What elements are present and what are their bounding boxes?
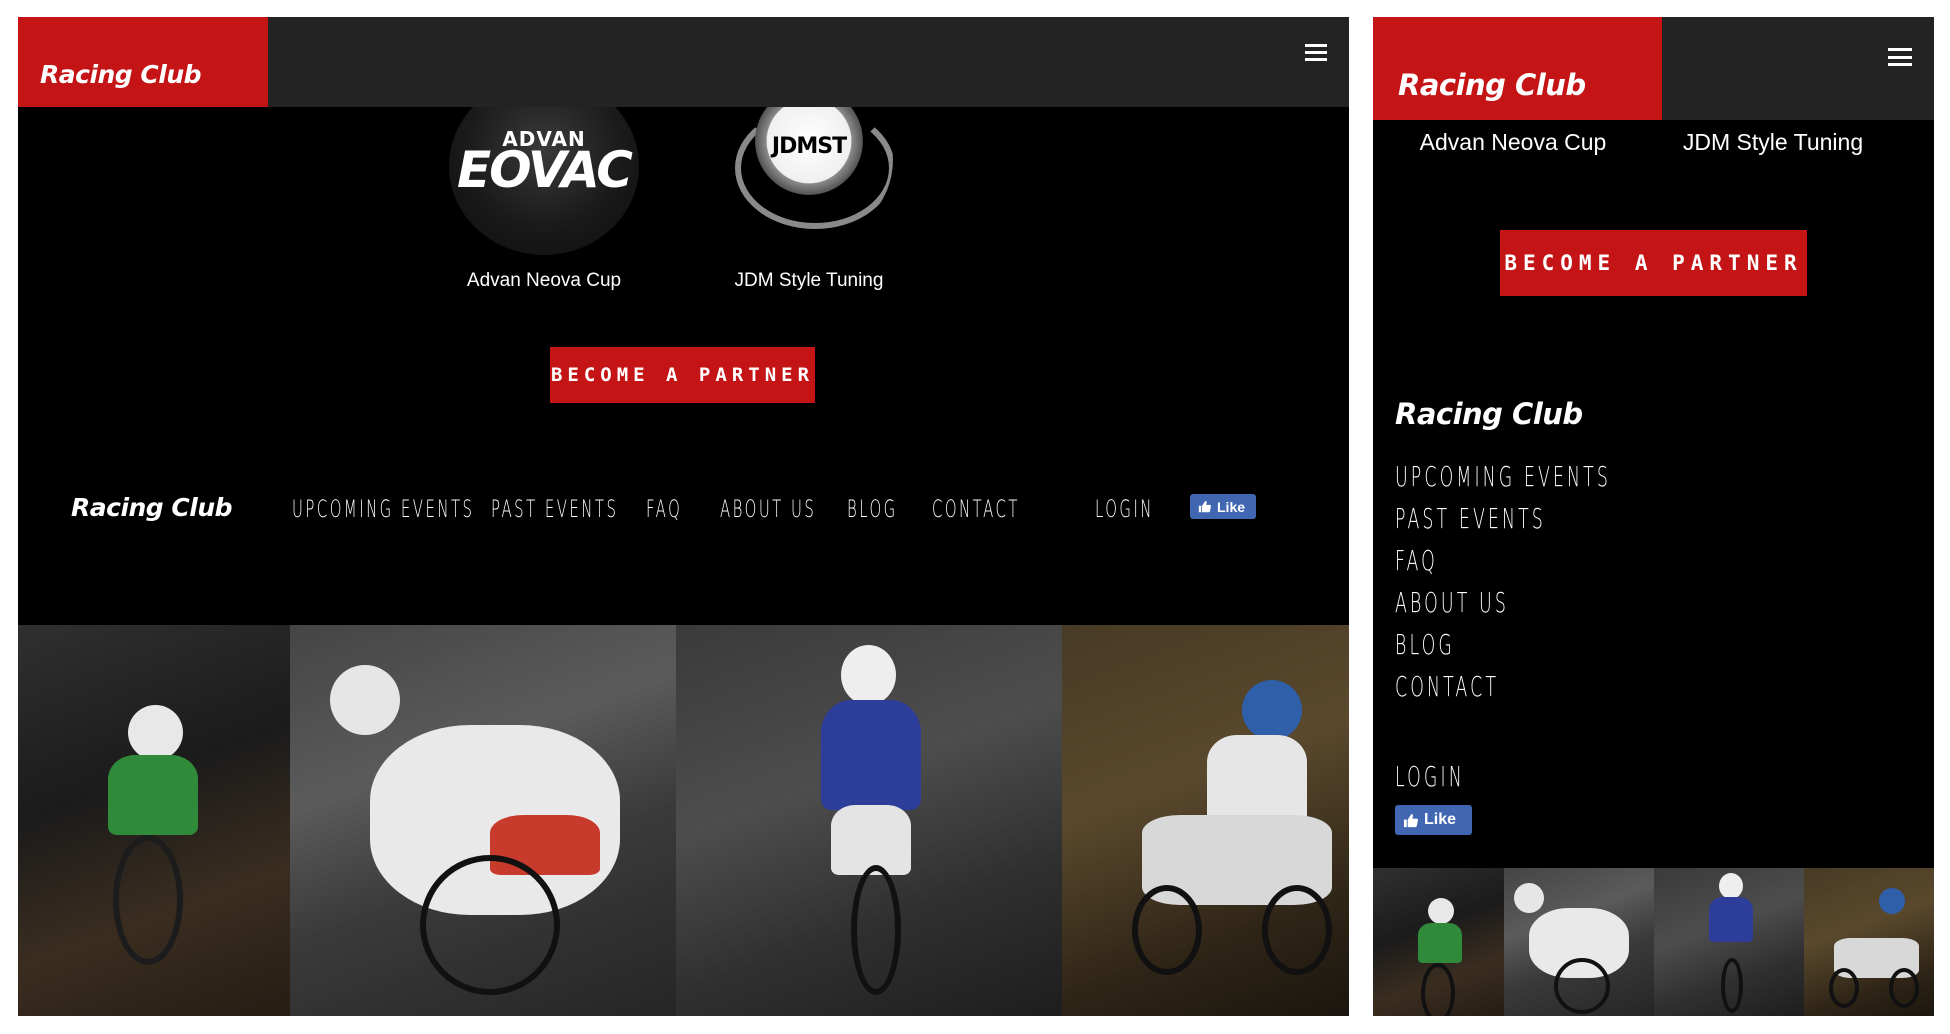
nav-past-events[interactable]: PAST EVENTS — [1395, 502, 1546, 535]
nav-upcoming-events[interactable]: UPCOMING EVENTS — [292, 495, 474, 523]
nav-login[interactable]: LOGIN — [1095, 495, 1154, 523]
photo-gallery — [18, 625, 1349, 1016]
nav-faq[interactable]: FAQ — [646, 495, 682, 523]
thumbs-up-icon — [1198, 500, 1211, 513]
facebook-like-button[interactable]: Like — [1395, 805, 1472, 835]
footer-brand[interactable]: Racing Club — [1395, 397, 1583, 431]
footer-brand[interactable]: Racing Club — [71, 493, 233, 522]
site-header: Racing Club — [1373, 17, 1934, 120]
nav-contact[interactable]: CONTACT — [932, 495, 1020, 523]
gallery-photo-dirtbike[interactable] — [676, 625, 1062, 1016]
gallery-photo-motocross[interactable] — [1373, 868, 1504, 1016]
partner-name: JDM Style Tuning — [734, 270, 884, 291]
nav-blog[interactable]: BLOG — [847, 495, 898, 523]
gallery-photo-quad[interactable] — [1062, 625, 1349, 1016]
nav-blog[interactable]: BLOG — [1395, 628, 1455, 661]
nav-upcoming-events[interactable]: UPCOMING EVENTS — [1395, 460, 1611, 493]
partner-name[interactable]: Advan Neova Cup — [1413, 129, 1613, 156]
gallery-photo-dirtbike[interactable] — [1654, 868, 1804, 1016]
thumbs-up-icon — [1403, 813, 1418, 827]
gallery-photo-superbike[interactable] — [1504, 868, 1654, 1016]
nav-login[interactable]: LOGIN — [1395, 760, 1465, 793]
brand-logo[interactable]: Racing Club — [1373, 17, 1662, 120]
partner-name: Advan Neova Cup — [466, 270, 622, 291]
brand-logo[interactable]: Racing Club — [18, 17, 268, 107]
like-label: Like — [1424, 811, 1457, 828]
facebook-like-button[interactable]: Like — [1190, 494, 1256, 519]
hamburger-menu-icon[interactable] — [1888, 48, 1912, 66]
gallery-photo-superbike[interactable] — [290, 625, 676, 1016]
logo-text: EOVAC — [456, 141, 633, 199]
brand-name: Racing Club — [40, 60, 202, 89]
hamburger-menu-icon[interactable] — [1305, 44, 1327, 61]
site-header: Racing Club — [18, 17, 1349, 107]
nav-contact[interactable]: CONTACT — [1395, 670, 1499, 703]
photo-gallery — [1373, 868, 1934, 1016]
desktop-view: Racing Club ADVAN EOVAC JDMST Advan Neov… — [18, 17, 1349, 1016]
become-partner-button[interactable]: BECOME A PARTNER — [550, 347, 815, 403]
partner-name[interactable]: JDM Style Tuning — [1673, 129, 1873, 156]
gallery-photo-motocross[interactable] — [18, 625, 290, 1016]
brand-name: Racing Club — [1398, 68, 1586, 102]
gallery-photo-quad[interactable] — [1804, 868, 1934, 1016]
nav-past-events[interactable]: PAST EVENTS — [491, 495, 618, 523]
nav-faq[interactable]: FAQ — [1395, 544, 1438, 577]
like-label: Like — [1217, 498, 1246, 515]
mobile-view: Racing Club Advan Neova Cup JDM Style Tu… — [1373, 17, 1934, 1016]
nav-about-us[interactable]: ABOUT US — [720, 495, 816, 523]
become-partner-button[interactable]: BECOME A PARTNER — [1500, 230, 1807, 296]
nav-about-us[interactable]: ABOUT US — [1395, 586, 1509, 619]
logo-text: JDMST — [771, 134, 847, 159]
